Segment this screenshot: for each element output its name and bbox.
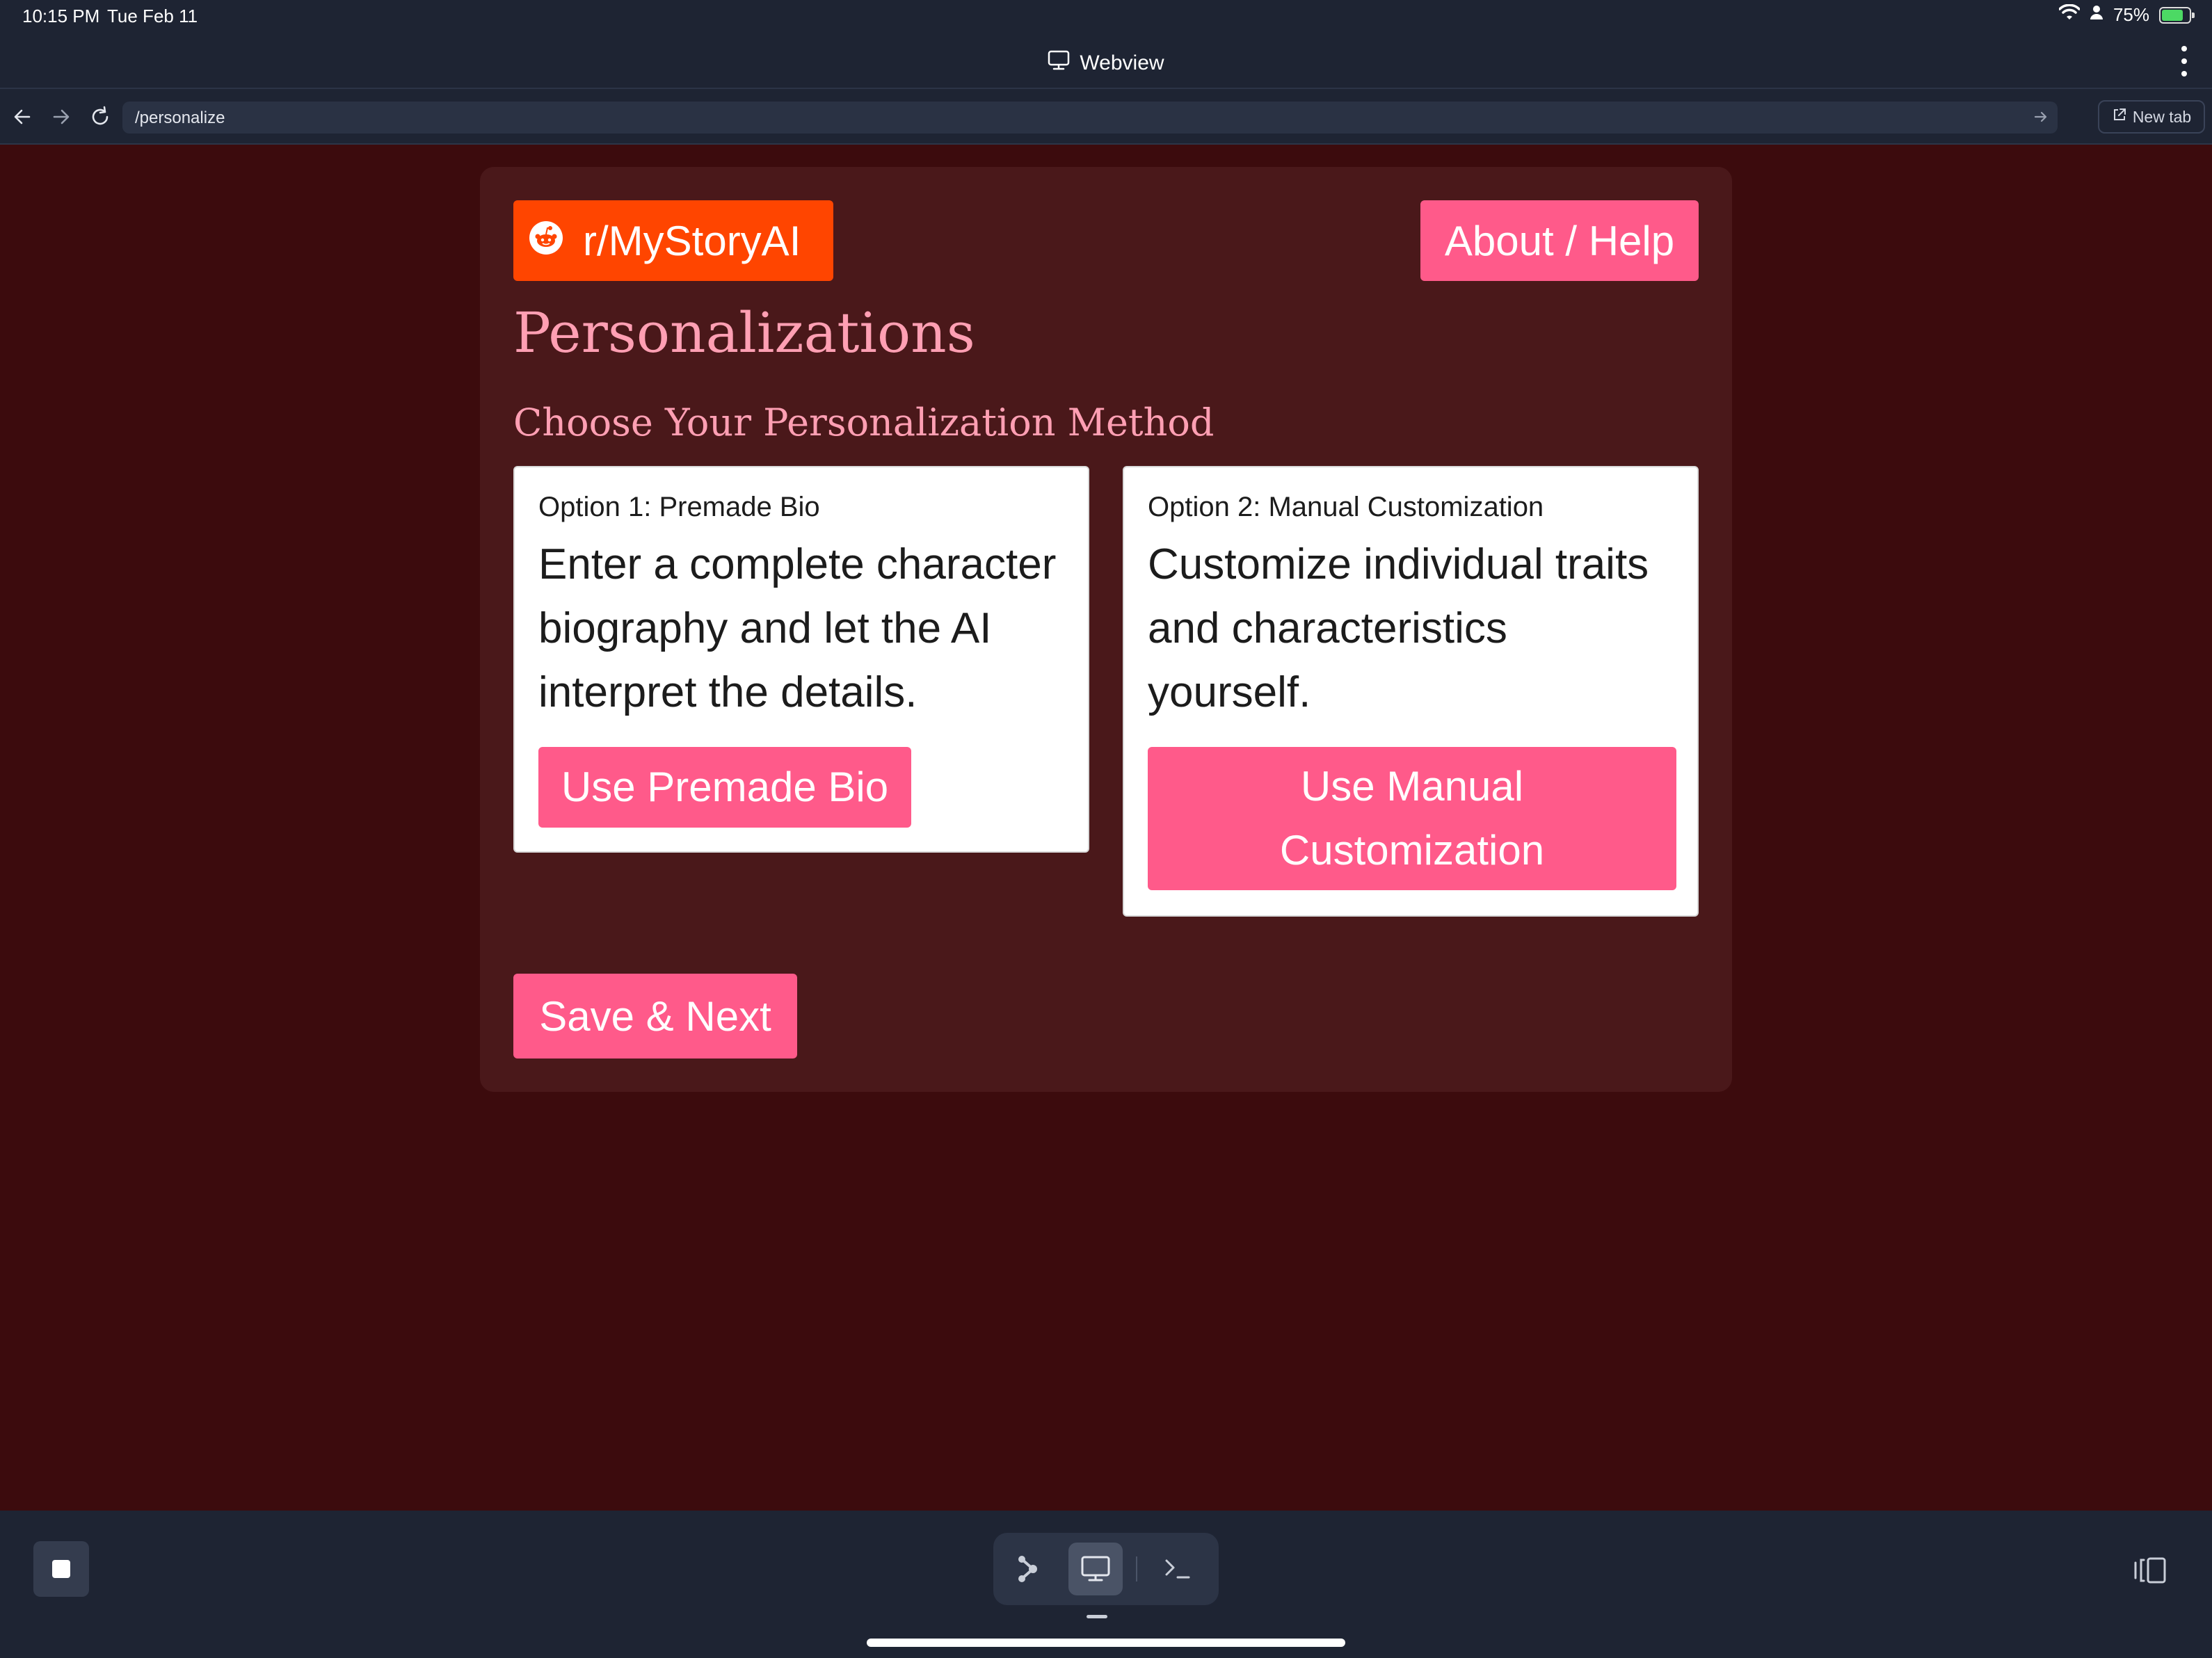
option-title: Option 1: Premade Bio [538,492,820,522]
section-title: Choose Your Personalization Method [513,401,1215,444]
active-tab-indicator [1087,1615,1107,1618]
go-arrow-icon[interactable] [2033,108,2049,130]
window-title-bar: Webview [0,40,2212,86]
external-link-icon [2112,107,2127,127]
status-indicators: 75% [2058,3,2195,26]
status-date: Tue Feb 11 [107,6,198,26]
url-text: /personalize [135,108,225,127]
about-help-button[interactable]: About / Help [1420,200,1699,281]
subreddit-label: r/MyStoryAI [583,217,801,264]
back-arrow-icon[interactable] [8,103,36,131]
option-card-manual-customization: Option 2: Manual Customization Customize… [1123,466,1699,917]
new-tab-button[interactable]: New tab [2098,100,2205,134]
terminal-icon[interactable] [1151,1543,1205,1595]
battery-icon [2159,6,2195,24]
split-view-icon[interactable] [2131,1552,2170,1588]
app-chrome-bottom [0,1511,2212,1658]
person-icon [2090,4,2103,26]
option-title: Option 2: Manual Customization [1148,492,1544,522]
save-next-button[interactable]: Save & Next [513,974,797,1059]
stop-button[interactable] [33,1541,89,1597]
monitor-icon [1048,50,1070,77]
wifi-icon [2058,3,2081,26]
home-indicator[interactable] [867,1639,1345,1647]
use-premade-bio-button[interactable]: Use Premade Bio [538,747,911,828]
agent-icon[interactable] [1000,1543,1055,1595]
subreddit-link-button[interactable]: r/MyStoryAI [513,200,833,281]
option-description: Enter a complete character biography and… [538,540,1057,716]
new-tab-label: New tab [2132,107,2192,126]
more-options-icon[interactable] [2180,46,2188,77]
status-time: 10:15 PM [22,6,100,26]
use-manual-customization-button[interactable]: Use Manual Customization [1148,747,1676,890]
option-description: Customize individual traits and characte… [1148,540,1649,716]
webview-tab-icon[interactable] [1068,1543,1123,1595]
window-title: Webview [1080,51,1164,74]
forward-arrow-icon[interactable] [47,103,75,131]
personalization-panel: r/MyStoryAI About / Help Personalization… [480,167,1732,1092]
reddit-icon [529,217,563,265]
stop-icon [52,1560,70,1578]
separator [1136,1556,1137,1581]
url-input[interactable]: /personalize [122,102,2058,134]
status-bar: 10:15 PM Tue Feb 11 75% [0,0,2212,35]
reload-icon[interactable] [86,103,114,131]
browser-toolbar: /personalize New tab [0,88,2212,145]
page-title: Personalizations [513,300,975,365]
battery-percent: 75% [2113,4,2149,25]
view-switcher [993,1533,1219,1605]
option-card-premade-bio: Option 1: Premade Bio Enter a complete c… [513,466,1089,853]
app-chrome-top: 10:15 PM Tue Feb 11 75% Webview /persona… [0,0,2212,145]
